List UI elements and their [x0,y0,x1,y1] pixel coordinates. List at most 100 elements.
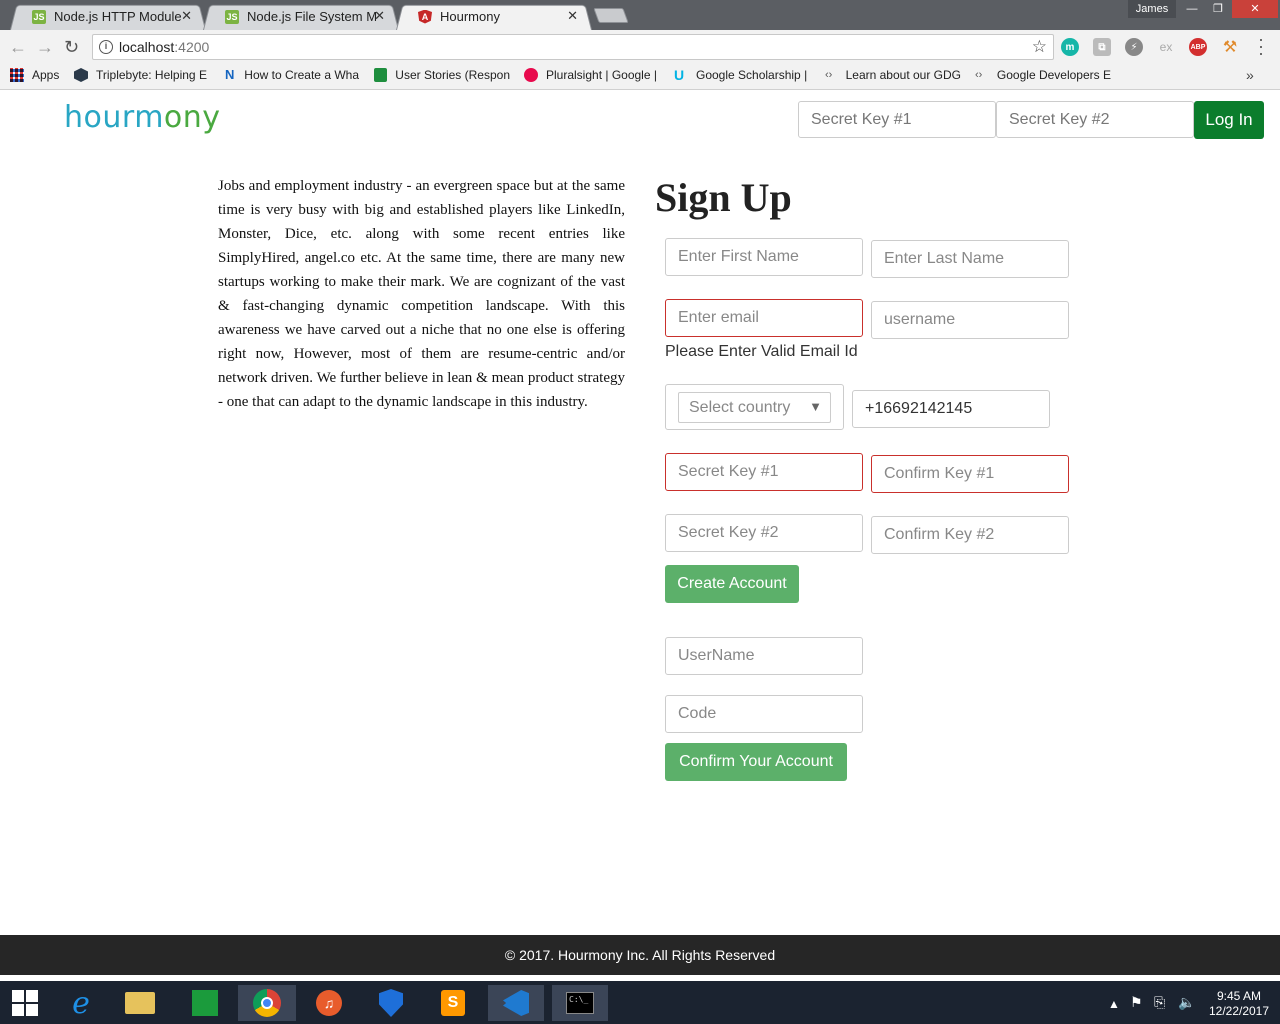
taskbar-chrome[interactable] [238,985,296,1021]
pluralsight-icon [524,68,538,82]
bookmark-gdg[interactable]: ‹› Learn about our GDG [825,68,961,82]
close-icon[interactable]: ✕ [181,8,192,24]
phone-input[interactable] [852,390,1050,428]
volume-icon[interactable]: 🔈 [1178,994,1195,1011]
internet-explorer-icon: e [72,985,90,1021]
new-tab-button[interactable] [593,8,629,23]
about-paragraph: Jobs and employment industry - an evergr… [218,178,625,410]
extension-m-icon[interactable]: m [1061,38,1079,56]
apps-grid-icon [10,68,24,82]
secret-key-2-input[interactable] [665,514,863,552]
bookmark-google-scholarship[interactable]: U Google Scholarship | [674,68,810,82]
terminal-icon: C:\_ [566,992,594,1014]
extension-ex-icon[interactable]: ex [1157,38,1175,56]
address-bar[interactable]: i localhost:4200 ☆ [92,34,1054,60]
network-icon[interactable]: ⎘ [1154,994,1165,1011]
bookmark-label: Google Developers E [996,68,1111,82]
secret-key-1-input[interactable] [665,453,863,491]
shield-icon [379,989,403,1017]
username-input[interactable] [871,301,1069,339]
flag-icon[interactable]: ⚑ [1130,994,1143,1011]
email-error-message: Please Enter Valid Email Id [665,343,858,360]
login-button[interactable]: Log In [1194,101,1264,139]
bookmark-google-developers[interactable]: ‹› Google Developers E [975,68,1111,82]
taskbar-defender[interactable] [366,985,416,1021]
profile-name[interactable]: James [1128,0,1176,18]
email-input[interactable] [665,299,863,337]
url-host: localhost [119,39,175,55]
confirm-key-1-input[interactable] [871,455,1069,493]
store-icon [192,990,218,1016]
windows-taskbar: e ♫ S C:\_ ▲ ⚑ ⎘ 🔈 9:45 AM 12/22/2017 [0,981,1280,1024]
confirm-account-button[interactable]: Confirm Your Account [665,743,847,781]
signup-title: Sign Up [655,175,792,220]
folder-icon [125,992,155,1014]
start-button[interactable] [0,985,50,1021]
taskbar-clock[interactable]: 9:45 AM 12/22/2017 [1204,989,1274,1019]
vscode-icon [503,990,529,1016]
taskbar-music[interactable]: ♫ [304,985,354,1021]
taskbar-cmd[interactable]: C:\_ [552,985,608,1021]
dropdown-arrow-icon: ▼ [809,399,822,414]
bookmark-star-icon[interactable]: ☆ [1032,37,1047,57]
menu-icon[interactable]: · · · [1258,30,1264,62]
clock-time: 9:45 AM [1216,989,1262,1003]
country-select[interactable]: Select country ▼ [678,392,831,423]
bookmark-label: Apps [32,68,60,82]
minimize-icon[interactable]: — [1180,0,1204,18]
tab-title: Hourmony [440,9,500,24]
sublime-icon: S [441,990,465,1016]
bookmark-label: Triplebyte: Helping E [96,68,207,82]
window-close-icon[interactable]: ✕ [1232,0,1278,18]
extension-hammer-icon[interactable]: ⚒ [1221,38,1239,56]
bookmark-triplebyte[interactable]: Triplebyte: Helping E [74,68,210,82]
login-secret-key-1-input[interactable] [798,101,996,138]
logo-text-part2: ony [163,100,221,135]
last-name-input[interactable] [871,240,1069,278]
taskbar-store[interactable] [180,985,230,1021]
logo-text-part1: hourm [64,100,164,135]
bookmark-pluralsight[interactable]: Pluralsight | Google | [524,68,658,82]
tray-overflow-icon[interactable]: ▲ [1108,997,1120,1011]
taskbar-ie[interactable]: e [56,985,106,1021]
bookmark-user-stories[interactable]: User Stories (Respon [374,68,510,82]
create-account-button[interactable]: Create Account [665,565,799,603]
tab-title: Node.js HTTP Module [54,9,182,24]
browser-titlebar: JS Node.js HTTP Module ✕ JS Node.js File… [0,0,1280,31]
maximize-icon[interactable]: ❐ [1206,0,1230,18]
headphones-icon: ♫ [316,990,342,1016]
browser-toolbar: ← → ↻ i localhost:4200 ☆ m ⧉ ⚡ ex ABP ⚒ … [0,30,1280,64]
bookmark-apps[interactable]: Apps [10,68,59,82]
bookmark-label: Learn about our GDG [845,68,961,82]
close-icon[interactable]: ✕ [567,8,578,24]
more-bookmarks-icon[interactable]: » [1246,67,1254,83]
back-arrow-icon[interactable]: ← [9,37,27,58]
windows-logo-icon [12,990,38,1016]
login-secret-key-2-input[interactable] [996,101,1194,138]
close-icon[interactable]: ✕ [374,8,385,24]
reload-icon[interactable]: ↻ [64,37,79,58]
confirmation-code-input[interactable] [665,695,863,733]
bookmark-how-to-create[interactable]: N How to Create a Wha [225,68,359,82]
hexagon-icon [74,68,88,82]
extension-bolt-icon[interactable]: ⚡ [1125,38,1143,56]
first-name-input[interactable] [665,238,863,276]
info-icon[interactable]: i [99,40,113,54]
taskbar-vscode[interactable] [488,985,544,1021]
bookmark-label: User Stories (Respon [395,68,510,82]
tab-nodejs-fs[interactable]: JS Node.js File System Mod ✕ [203,3,399,31]
extension-copy-icon[interactable]: ⧉ [1093,38,1111,56]
tab-nodejs-http[interactable]: JS Node.js HTTP Module ✕ [10,3,206,31]
taskbar-sublime[interactable]: S [428,985,478,1021]
confirm-key-2-input[interactable] [871,516,1069,554]
bookmark-label: Pluralsight | Google | [546,68,657,82]
taskbar-file-explorer[interactable] [115,985,165,1021]
copyright-text: © 2017. Hourmony Inc. All Rights Reserve… [504,947,776,963]
page-content: hourmony Log In Jobs and employment indu… [0,91,1280,935]
adblock-icon[interactable]: ABP [1189,38,1207,56]
forward-arrow-icon[interactable]: → [36,37,54,58]
confirm-username-input[interactable] [665,637,863,675]
hourmony-logo[interactable]: hourmony [64,100,221,135]
google-dev-icon: ‹› [825,69,833,81]
tab-hourmony[interactable]: A Hourmony ✕ [396,3,592,31]
